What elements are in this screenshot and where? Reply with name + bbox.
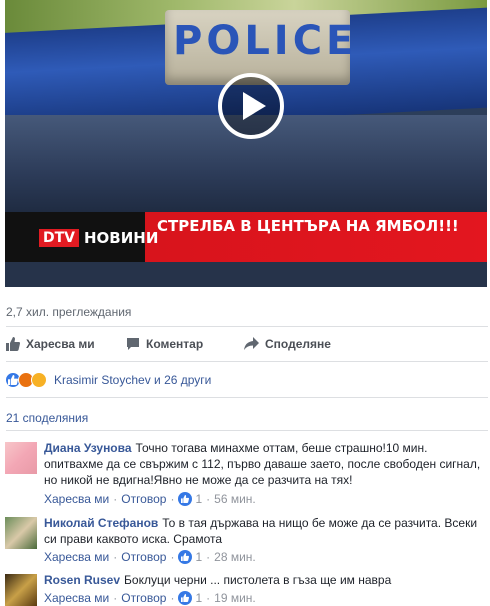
comment-reply-link[interactable]: Отговор bbox=[121, 591, 166, 605]
comment-body: Rosen Rusev Боклуци черни ... пистолета в… bbox=[44, 572, 486, 588]
comment-item: Rosen Rusev Боклуци черни ... пистолета в… bbox=[5, 572, 489, 606]
comment-meta: Харесва ми · Отговор · 1 · 56 мин. bbox=[44, 492, 256, 506]
comment-reply-link[interactable]: Отговор bbox=[121, 492, 166, 506]
comment-body: Николай Стефанов То в тая държава на нищо… bbox=[44, 515, 486, 547]
comment-author[interactable]: Николай Стефанов bbox=[44, 516, 158, 530]
comment-reply-link[interactable]: Отговор bbox=[121, 550, 166, 564]
comment-button-label: Коментар bbox=[146, 337, 204, 351]
divider bbox=[6, 361, 488, 362]
comment-time[interactable]: 28 мин. bbox=[214, 550, 256, 564]
share-count[interactable]: 21 споделяния bbox=[6, 411, 88, 425]
like-button[interactable]: Харесва ми bbox=[6, 337, 95, 351]
avatar[interactable] bbox=[5, 517, 37, 549]
video-ground bbox=[5, 262, 487, 287]
comment-like-link[interactable]: Харесва ми bbox=[44, 550, 109, 564]
comment-item: Диана Узунова Точно тогава минахме оттам,… bbox=[5, 440, 489, 510]
channel-logo-news: НОВИНИ bbox=[84, 229, 159, 247]
comment-time[interactable]: 19 мин. bbox=[214, 591, 256, 605]
comment-like-link[interactable]: Харесва ми bbox=[44, 591, 109, 605]
channel-logo-dtv: DTV bbox=[39, 229, 80, 247]
comment-body: Диана Узунова Точно тогава минахме оттам,… bbox=[44, 440, 486, 488]
comment-meta: Харесва ми · Отговор · 1 · 28 мин. bbox=[44, 550, 256, 564]
comment-like-link[interactable]: Харесва ми bbox=[44, 492, 109, 506]
like-count-icon bbox=[178, 591, 193, 605]
news-headline: СТРЕЛБА В ЦЕНТЪРА НА ЯМБОЛ!!! bbox=[157, 217, 459, 235]
divider bbox=[6, 397, 488, 398]
comment-time[interactable]: 56 мин. bbox=[214, 492, 256, 506]
reactions-text[interactable]: Krasimir Stoychev и 26 други bbox=[54, 373, 211, 387]
comment-meta: Харесва ми · Отговор · 1 · 19 мин. bbox=[44, 591, 256, 605]
comment-like-count[interactable]: 1 bbox=[195, 591, 202, 605]
share-button[interactable]: Споделяне bbox=[244, 337, 331, 351]
divider bbox=[6, 326, 488, 327]
avatar[interactable] bbox=[5, 442, 37, 474]
share-button-label: Споделяне bbox=[265, 337, 331, 351]
share-arrow-icon bbox=[244, 337, 259, 350]
comment-icon bbox=[127, 338, 139, 350]
comment-like-count[interactable]: 1 bbox=[195, 492, 202, 506]
police-sign-text: POLICE bbox=[173, 18, 358, 64]
play-icon bbox=[243, 92, 266, 120]
comment-button[interactable]: Коментар bbox=[126, 337, 203, 351]
divider bbox=[6, 430, 488, 431]
play-button[interactable] bbox=[218, 73, 284, 139]
comment-author[interactable]: Диана Узунова bbox=[44, 441, 132, 455]
like-button-label: Харесва ми bbox=[26, 337, 95, 351]
video-player[interactable]: POLICE DTV НОВИНИ СТРЕЛБА В ЦЕНТЪРА НА Я… bbox=[5, 0, 487, 287]
like-count-icon bbox=[178, 492, 193, 506]
comment-item: Николай Стефанов То в тая държава на нищо… bbox=[5, 515, 489, 567]
avatar[interactable] bbox=[5, 574, 37, 606]
reactions-summary[interactable]: Krasimir Stoychev и 26 други bbox=[5, 372, 211, 388]
comment-like-count[interactable]: 1 bbox=[195, 550, 202, 564]
comment-text: Боклуци черни ... пистолета в гъза ще им… bbox=[124, 573, 392, 587]
view-count: 2,7 хил. преглеждания bbox=[6, 305, 132, 319]
comment-author[interactable]: Rosen Rusev bbox=[44, 573, 120, 587]
like-count-icon bbox=[178, 550, 193, 564]
thumbs-up-icon bbox=[6, 337, 20, 351]
wow-reaction-icon bbox=[31, 372, 47, 388]
